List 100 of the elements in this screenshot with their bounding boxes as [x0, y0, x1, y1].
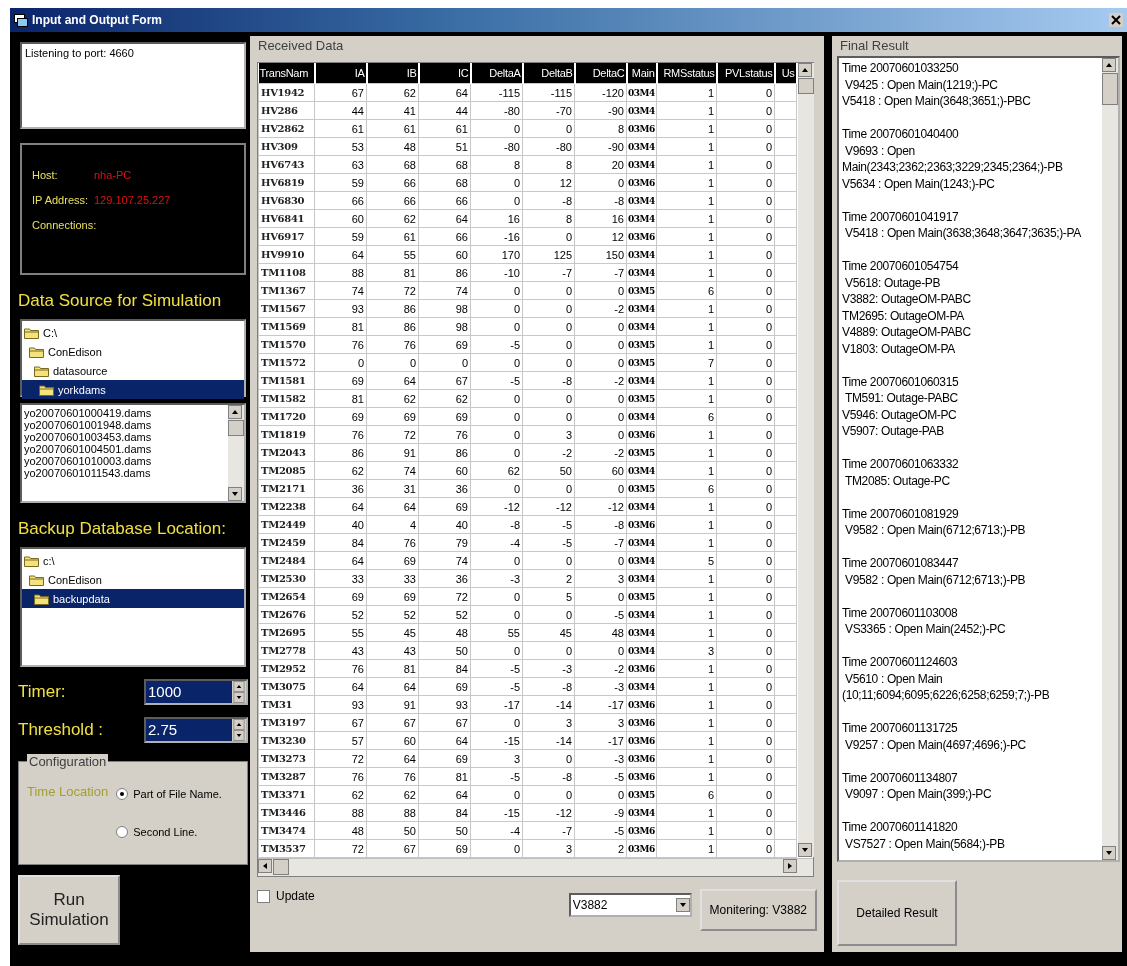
- scrollbar[interactable]: [1102, 58, 1118, 860]
- radio-option[interactable]: Part of File Name.: [116, 788, 222, 800]
- folder-item[interactable]: yorkdams: [56, 382, 108, 397]
- table-cell: TM3075: [258, 677, 315, 696]
- result-line: VS3365 : Open Main(2452;)-PC: [844, 621, 1007, 638]
- table-cell: -12: [522, 497, 575, 516]
- folder-item[interactable]: c:\: [41, 553, 57, 568]
- table-cell: TM2171: [258, 479, 315, 498]
- table-cell: 12: [574, 227, 627, 246]
- folder-item[interactable]: datasource: [51, 363, 110, 378]
- table-cell: -3: [522, 659, 575, 678]
- file-item[interactable]: yo20070601010003.dams: [24, 455, 226, 467]
- result-time: Time 20070601060315: [842, 373, 960, 390]
- column-header[interactable]: TransNam: [258, 63, 315, 84]
- scroll-thumb[interactable]: [1102, 73, 1118, 105]
- table-cell: 0: [574, 353, 627, 372]
- table-cell: 0: [470, 407, 523, 426]
- folder-item[interactable]: ConEdison: [46, 572, 104, 587]
- table-cell: TM3446: [258, 803, 315, 822]
- table-cell: 03M4: [626, 569, 657, 588]
- column-header[interactable]: DeltaA: [470, 63, 523, 84]
- table-cell: -5: [574, 605, 627, 624]
- table-cell: 76: [314, 767, 367, 786]
- table-cell: TM1720: [258, 407, 315, 426]
- threshold-spinner[interactable]: 2.75: [144, 717, 248, 743]
- scroll-thumb[interactable]: [273, 859, 289, 875]
- vehicle-dropdown[interactable]: V3882: [568, 893, 692, 917]
- column-header[interactable]: IA: [314, 63, 367, 84]
- result-line: V9257 : Open Main(4697;4696;)-PC: [844, 736, 1027, 753]
- monitoring-button[interactable]: Monitering: V3882: [699, 889, 817, 931]
- table-cell: 3: [470, 749, 523, 768]
- run-simulation-button[interactable]: Run Simulation: [18, 875, 120, 945]
- folder-item[interactable]: C:\: [41, 325, 60, 340]
- file-item[interactable]: yo20070601000419.dams: [24, 407, 226, 419]
- file-item[interactable]: yo20070601001948.dams: [24, 419, 226, 431]
- result-line: V5618: Outage-PB: [844, 274, 942, 291]
- table-cell: 170: [470, 245, 523, 264]
- scrollbar[interactable]: [797, 63, 814, 857]
- scrollbar[interactable]: [258, 858, 813, 876]
- table-cell: 44: [418, 101, 471, 120]
- time-location-label: Time Location: [27, 784, 109, 801]
- table-cell: 76: [314, 335, 367, 354]
- column-header[interactable]: RMSstatus: [656, 63, 717, 84]
- table-cell: 1: [656, 677, 717, 696]
- column-header[interactable]: Us: [774, 63, 797, 84]
- table-cell: 62: [366, 209, 419, 228]
- table-cell: -8: [470, 515, 523, 534]
- scroll-thumb[interactable]: [797, 78, 814, 94]
- table-cell: 03M4: [626, 317, 657, 336]
- table-cell: 86: [418, 443, 471, 462]
- folder-tree[interactable]: C:\ ConEdison datasource yorkdams: [20, 319, 246, 397]
- column-header[interactable]: DeltaC: [574, 63, 627, 84]
- column-header[interactable]: IC: [418, 63, 471, 84]
- table-cell: 03M6: [626, 821, 657, 840]
- table-cell: 150: [574, 245, 627, 264]
- column-header[interactable]: IB: [366, 63, 419, 84]
- app-icon: [14, 13, 28, 27]
- file-list[interactable]: yo20070601000419.dams yo20070601001948.dams yo20070601003453.dams yo20070601004501.dams yo20070601010003.dams yo20070601011543.dams: [20, 403, 246, 503]
- table-cell: -3: [574, 677, 627, 696]
- table-cell: TM2952: [258, 659, 315, 678]
- column-header[interactable]: DeltaB: [522, 63, 575, 84]
- table-cell: -4: [470, 821, 523, 840]
- table-cell: TM2695: [258, 623, 315, 642]
- table-cell: -5: [522, 515, 575, 534]
- table-cell: 69: [418, 839, 471, 858]
- file-item[interactable]: yo20070601011543.dams: [24, 467, 226, 479]
- table-cell: 03M4: [626, 605, 657, 624]
- file-item[interactable]: yo20070601004501.dams: [24, 443, 226, 455]
- table-cell: TM3273: [258, 749, 315, 768]
- update-checkbox[interactable]: Update: [257, 889, 315, 903]
- scrollbar[interactable]: [228, 405, 244, 501]
- folder-item[interactable]: ConEdison: [46, 344, 104, 359]
- result-time: Time 20070601083447: [842, 555, 960, 572]
- column-header[interactable]: PVLstatus: [716, 63, 775, 84]
- table-cell: 0: [716, 803, 775, 822]
- table-cell: 03M4: [626, 677, 657, 696]
- close-icon[interactable]: [1109, 13, 1123, 27]
- table-cell: TM1569: [258, 317, 315, 336]
- table-cell: 0: [716, 173, 775, 192]
- table-cell: 0: [522, 119, 575, 138]
- table-cell: 52: [366, 605, 419, 624]
- table-cell: 69: [314, 407, 367, 426]
- table-cell: TM3474: [258, 821, 315, 840]
- table-cell: 03M4: [626, 461, 657, 480]
- detailed-result-button[interactable]: Detailed Result: [837, 880, 957, 946]
- timer-spinner[interactable]: 1000: [144, 679, 248, 705]
- table-cell: 03M4: [626, 155, 657, 174]
- table-cell: 1: [656, 227, 717, 246]
- table-cell: TM1108: [258, 263, 315, 282]
- table-cell: 8: [522, 209, 575, 228]
- table-cell: 55: [366, 245, 419, 264]
- folder-tree[interactable]: c:\ ConEdison backupdata: [20, 547, 246, 667]
- table-cell: 64: [418, 785, 471, 804]
- table-cell: 0: [522, 551, 575, 570]
- table-cell: 5: [522, 587, 575, 606]
- scroll-thumb[interactable]: [228, 420, 244, 436]
- column-header[interactable]: Main: [626, 63, 657, 84]
- file-item[interactable]: yo20070601003453.dams: [24, 431, 226, 443]
- table-cell: 0: [716, 227, 775, 246]
- radio-option[interactable]: Second Line.: [116, 826, 222, 838]
